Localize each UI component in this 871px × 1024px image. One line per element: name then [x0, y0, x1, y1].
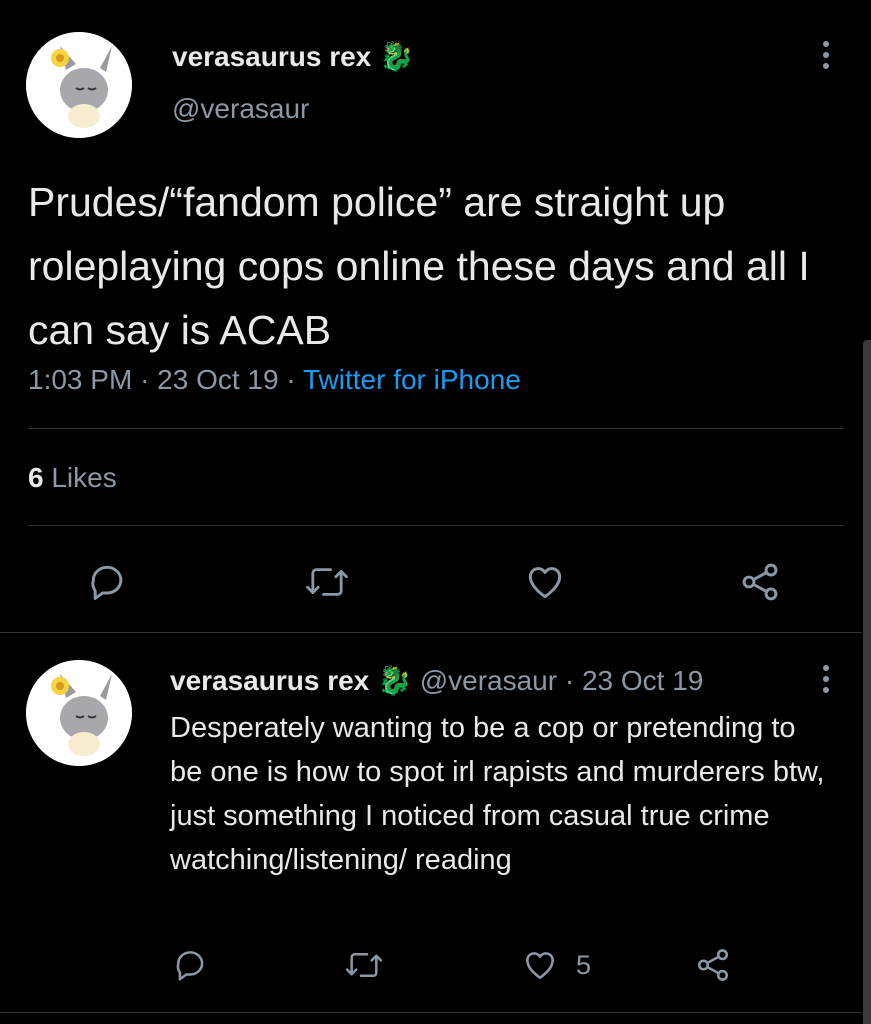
- divider: [28, 525, 844, 526]
- author-handle[interactable]: @verasaur: [172, 93, 309, 125]
- reply-header: verasaurus rex 🐉 @verasaur · 23 Oct 19: [170, 664, 703, 697]
- author-name-text[interactable]: verasaurus rex: [172, 41, 371, 72]
- dragon-emoji-icon: 🐉: [379, 41, 414, 72]
- likes-label: Likes: [51, 462, 117, 493]
- reply-like-count: 5: [576, 950, 592, 980]
- reply-author-name[interactable]: verasaurus rex: [170, 665, 369, 696]
- reply-reply-icon[interactable]: [172, 946, 210, 984]
- share-icon[interactable]: [738, 560, 782, 604]
- scrollbar[interactable]: [863, 340, 871, 1024]
- tweet-date[interactable]: 23 Oct 19: [157, 364, 278, 395]
- dragon-emoji-icon: 🐉: [377, 665, 412, 696]
- avatar[interactable]: [26, 32, 132, 138]
- like-icon[interactable]: [522, 560, 568, 604]
- reply-date[interactable]: 23 Oct 19: [582, 665, 703, 696]
- more-icon[interactable]: [814, 40, 838, 76]
- divider: [0, 632, 862, 633]
- reply-share-icon[interactable]: [694, 946, 732, 984]
- separator-dot: ·: [140, 364, 158, 395]
- reply-icon[interactable]: [86, 560, 130, 604]
- tweet-source-link[interactable]: Twitter for iPhone: [303, 364, 521, 395]
- reply-like-icon[interactable]: [520, 946, 560, 984]
- separator-dot: ·: [564, 665, 582, 696]
- divider: [28, 428, 844, 429]
- divider: [0, 1012, 862, 1013]
- reply-author-handle[interactable]: @verasaur: [420, 665, 557, 696]
- reply-retweet-icon[interactable]: [344, 946, 384, 984]
- likes-stat[interactable]: 6 Likes: [28, 462, 117, 494]
- reply-avatar[interactable]: [26, 660, 132, 766]
- tweet-time: 1:03 PM: [28, 364, 133, 395]
- retweet-icon[interactable]: [304, 560, 350, 604]
- author-name[interactable]: verasaurus rex 🐉: [172, 40, 414, 73]
- reply-text: Desperately wanting to be a cop or prete…: [170, 712, 825, 876]
- likes-count: 6: [28, 462, 44, 493]
- separator-dot: ·: [286, 364, 303, 395]
- reply-more-icon[interactable]: [814, 664, 838, 700]
- tweet-meta: 1:03 PM · 23 Oct 19 · Twitter for iPhone: [28, 364, 521, 396]
- tweet-text: Prudes/“fandom police” are straight up r…: [28, 179, 810, 353]
